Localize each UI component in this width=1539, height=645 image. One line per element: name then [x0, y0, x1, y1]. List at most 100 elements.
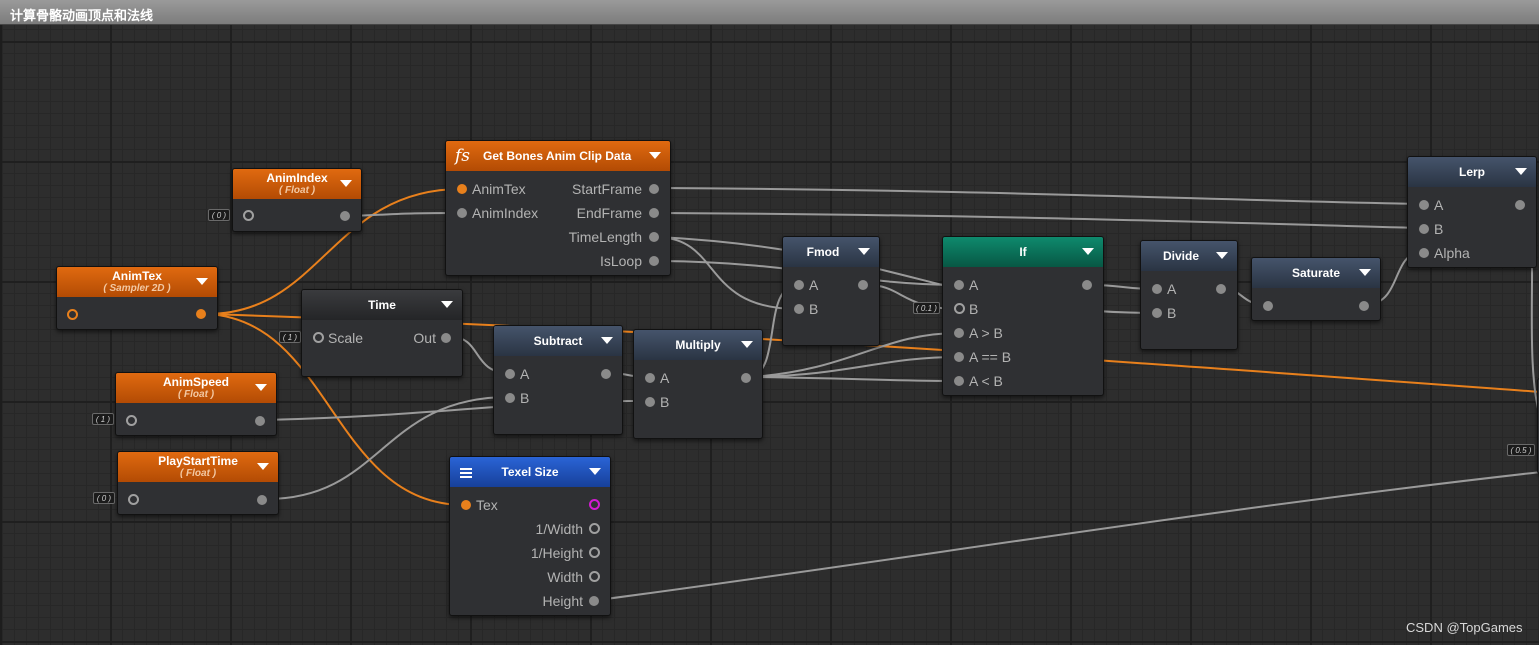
input-label-a: A	[969, 277, 979, 293]
input-port-icon[interactable]	[645, 397, 655, 407]
input-port-icon[interactable]	[794, 280, 804, 290]
input-port-icon[interactable]	[1152, 284, 1162, 294]
node-time[interactable]: Time Scale Out	[301, 289, 463, 377]
output-port-icon[interactable]	[649, 208, 659, 218]
partial-node-default-tag[interactable]: ( 0.5 )	[1507, 444, 1535, 456]
output-port-icon[interactable]	[441, 333, 451, 343]
input-label-scale: Scale	[328, 330, 364, 346]
input-port-icon[interactable]	[457, 208, 467, 218]
node-lerp[interactable]: Lerp A B Alpha	[1407, 156, 1537, 268]
node-animspeed-header[interactable]: AnimSpeed ( Float )	[116, 373, 276, 403]
dropdown-icon[interactable]	[741, 341, 753, 348]
output-port-icon[interactable]	[649, 184, 659, 194]
input-port-icon[interactable]	[954, 376, 964, 386]
dropdown-icon[interactable]	[858, 248, 870, 255]
input-port-icon[interactable]	[1152, 308, 1162, 318]
node-if-header[interactable]: If	[943, 237, 1103, 267]
input-port-icon[interactable]	[645, 373, 655, 383]
if-b-default-tag[interactable]: ( 0.1 )	[913, 302, 940, 314]
node-time-header[interactable]: Time	[302, 290, 462, 320]
input-port-icon[interactable]	[313, 332, 324, 343]
node-subtract-header[interactable]: Subtract	[494, 326, 622, 356]
animindex-default-tag[interactable]: ( 0 )	[208, 209, 230, 221]
node-divide-header[interactable]: Divide	[1141, 241, 1237, 271]
input-port-icon[interactable]	[128, 494, 139, 505]
output-port-icon[interactable]	[589, 523, 600, 534]
node-playstarttime-header[interactable]: PlayStartTime ( Float )	[118, 452, 278, 482]
node-texel-size[interactable]: Texel Size Tex 1/Width 1/Height Width He…	[449, 456, 611, 616]
node-subtract[interactable]: Subtract A B	[493, 325, 623, 435]
input-port-icon[interactable]	[794, 304, 804, 314]
node-lerp-header[interactable]: Lerp	[1408, 157, 1536, 187]
input-port-icon[interactable]	[67, 309, 78, 320]
dropdown-icon[interactable]	[340, 180, 352, 187]
dropdown-icon[interactable]	[1359, 269, 1371, 276]
output-port-icon[interactable]	[589, 596, 599, 606]
output-port-icon[interactable]	[601, 369, 611, 379]
dropdown-icon[interactable]	[255, 384, 267, 391]
node-if[interactable]: If A B A > B A == B A < B	[942, 236, 1104, 396]
output-port-icon[interactable]	[1359, 301, 1369, 311]
node-getbones-header[interactable]: fs Get Bones Anim Clip Data	[446, 141, 670, 171]
dropdown-icon[interactable]	[601, 337, 613, 344]
dropdown-icon[interactable]	[441, 301, 453, 308]
dropdown-icon[interactable]	[1515, 168, 1527, 175]
output-port-icon[interactable]	[741, 373, 751, 383]
output-port-icon[interactable]	[196, 309, 206, 319]
node-playstarttime[interactable]: PlayStartTime ( Float )	[117, 451, 279, 515]
time-default-tag[interactable]: ( 1 )	[279, 331, 301, 343]
node-fmod[interactable]: Fmod A B	[782, 236, 880, 346]
animspeed-default-tag[interactable]: ( 1 )	[92, 413, 114, 425]
node-get-bones-anim-clip-data[interactable]: fs Get Bones Anim Clip Data AnimTex Anim…	[445, 140, 671, 276]
output-label-startframe: StartFrame	[571, 181, 642, 197]
output-port-icon[interactable]	[1515, 200, 1525, 210]
input-port-icon[interactable]	[954, 303, 965, 314]
output-port-icon[interactable]	[1216, 284, 1226, 294]
node-animspeed[interactable]: AnimSpeed ( Float )	[115, 372, 277, 436]
node-multiply[interactable]: Multiply A B	[633, 329, 763, 439]
input-port-icon[interactable]	[1419, 224, 1429, 234]
input-port-icon[interactable]	[505, 393, 515, 403]
dropdown-icon[interactable]	[589, 468, 601, 475]
output-port-icon[interactable]	[340, 211, 350, 221]
input-port-icon[interactable]	[461, 500, 471, 510]
dropdown-icon[interactable]	[196, 278, 208, 285]
output-port-icon[interactable]	[589, 571, 600, 582]
input-port-icon[interactable]	[1419, 248, 1429, 258]
node-graph-canvas[interactable]: ( 0 ) AnimIndex ( Float ) AnimTex ( Samp…	[0, 25, 1539, 645]
dropdown-icon[interactable]	[257, 463, 269, 470]
input-port-icon[interactable]	[457, 184, 467, 194]
node-animtex[interactable]: AnimTex ( Sampler 2D )	[56, 266, 218, 330]
node-divide[interactable]: Divide A B	[1140, 240, 1238, 350]
node-texelsize-header[interactable]: Texel Size	[450, 457, 610, 487]
output-port-icon[interactable]	[649, 232, 659, 242]
input-port-icon[interactable]	[1263, 301, 1273, 311]
output-port-icon[interactable]	[589, 547, 600, 558]
wire-endframe-lerp-b	[658, 212, 1422, 229]
node-multiply-header[interactable]: Multiply	[634, 330, 762, 360]
dropdown-icon[interactable]	[649, 152, 661, 159]
input-port-icon[interactable]	[243, 210, 254, 221]
output-port-icon[interactable]	[257, 495, 267, 505]
output-port-icon[interactable]	[858, 280, 868, 290]
input-port-icon[interactable]	[1419, 200, 1429, 210]
playstarttime-default-tag[interactable]: ( 0 )	[93, 492, 115, 504]
input-port-icon[interactable]	[505, 369, 515, 379]
node-saturate[interactable]: Saturate	[1251, 257, 1381, 321]
node-fmod-header[interactable]: Fmod	[783, 237, 879, 267]
node-animindex-header[interactable]: AnimIndex ( Float )	[233, 169, 361, 199]
dropdown-icon[interactable]	[1216, 252, 1228, 259]
output-port-icon[interactable]	[589, 499, 600, 510]
dropdown-icon[interactable]	[1082, 248, 1094, 255]
input-port-icon[interactable]	[126, 415, 137, 426]
output-port-icon[interactable]	[649, 256, 659, 266]
input-port-icon[interactable]	[954, 328, 964, 338]
node-saturate-header[interactable]: Saturate	[1252, 258, 1380, 288]
input-label-a: A	[809, 277, 819, 293]
input-port-icon[interactable]	[954, 280, 964, 290]
node-animindex[interactable]: AnimIndex ( Float )	[232, 168, 362, 232]
output-port-icon[interactable]	[255, 416, 265, 426]
output-port-icon[interactable]	[1082, 280, 1092, 290]
node-animtex-header[interactable]: AnimTex ( Sampler 2D )	[57, 267, 217, 297]
input-port-icon[interactable]	[954, 352, 964, 362]
